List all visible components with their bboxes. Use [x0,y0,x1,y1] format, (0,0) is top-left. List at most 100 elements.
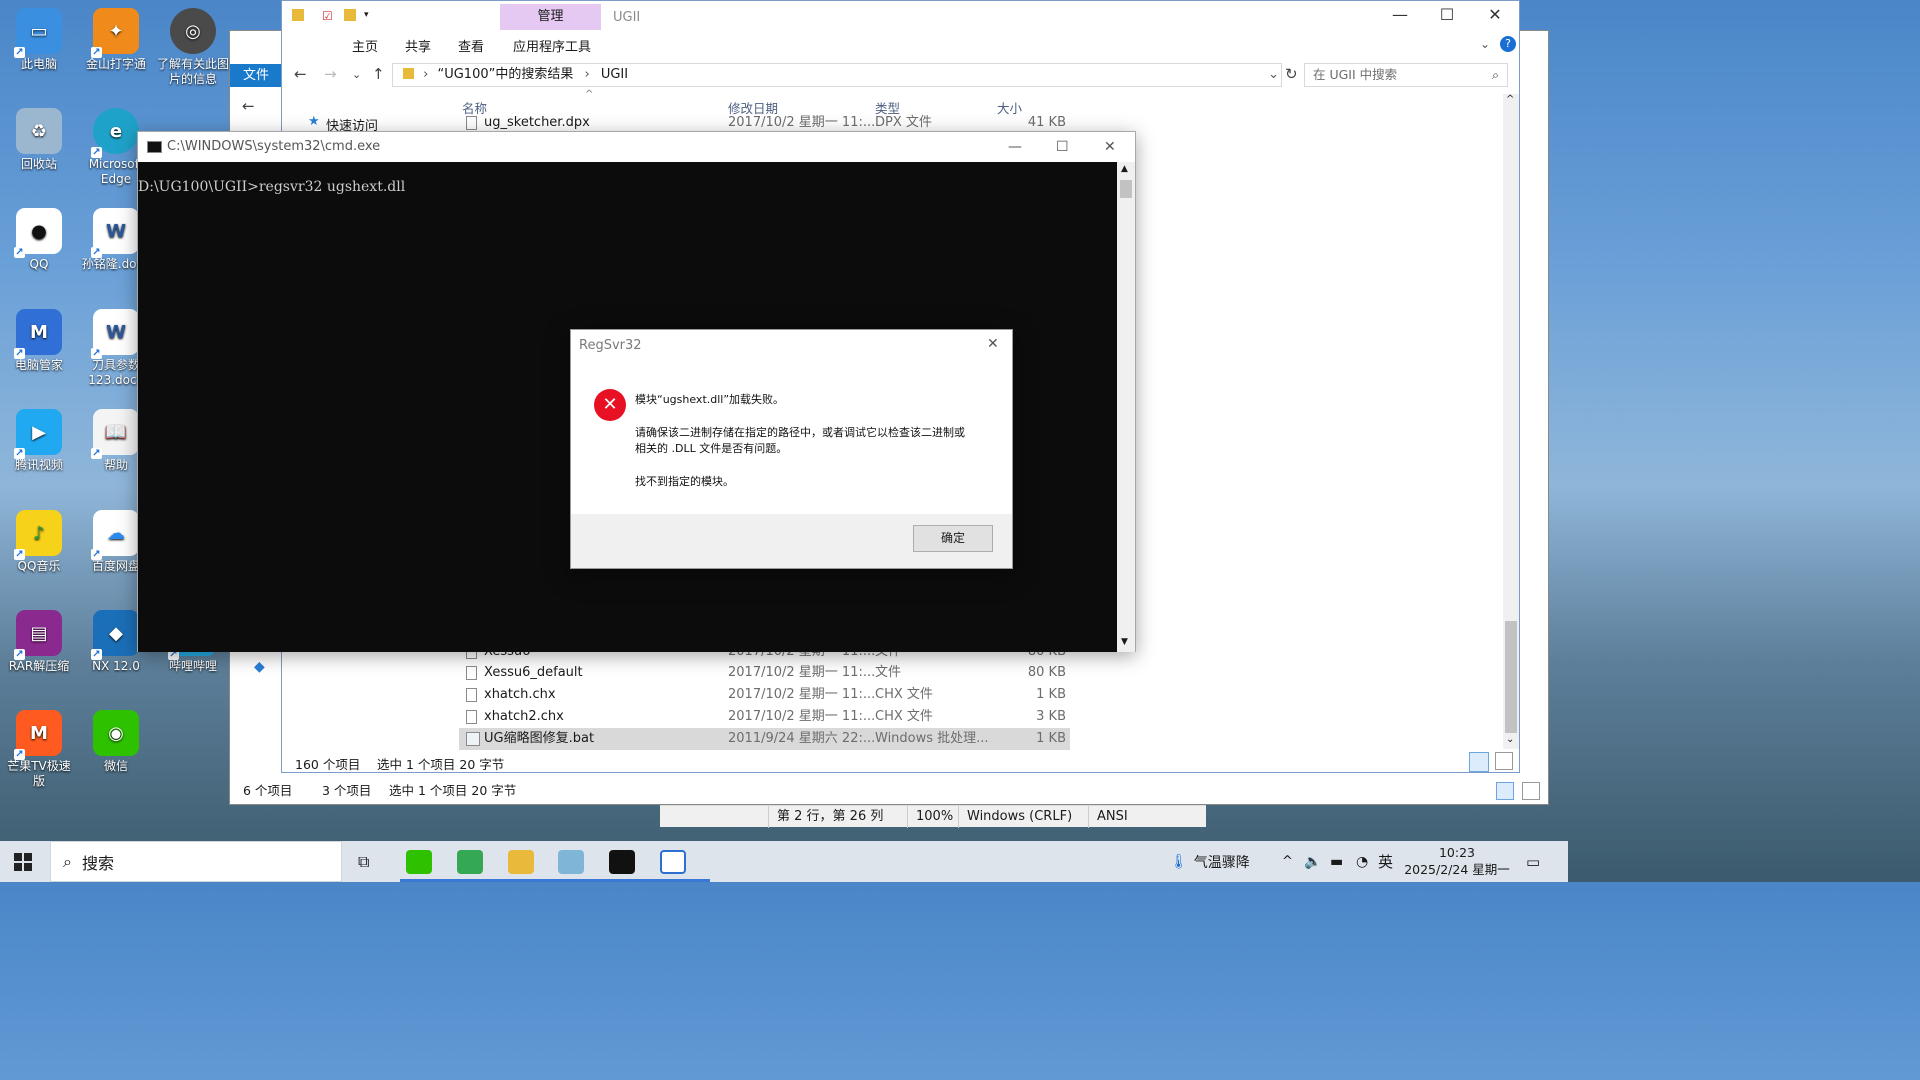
file-type: Windows 批处理... [875,731,989,746]
error-icon: ✕ [594,389,626,421]
close-button[interactable]: ✕ [1104,132,1116,162]
word-doc-icon: W [91,208,139,258]
battery-icon[interactable]: ▬ [1330,841,1343,882]
help-book-icon: 📖 [91,409,139,459]
file-icon [466,688,477,702]
tiles-view-icon[interactable] [1495,752,1513,770]
breadcrumb-ugii[interactable]: UGII [601,67,628,82]
folder-icon[interactable] [344,9,356,21]
zoom-level: 100% [907,806,953,828]
scroll-up-icon[interactable]: ^ [1506,94,1514,105]
taskbar-search-label: 搜索 [81,853,114,873]
file-tab[interactable]: 文件 [230,64,282,87]
check-icon[interactable]: ☑ [322,9,333,23]
dialog-message-2: 请确保该二进制存储在指定的路径中，或者调试它以检查该二进制或 [635,426,965,439]
tray-overflow[interactable]: ^ [1282,841,1293,882]
refresh-icon[interactable]: ↻ [1285,65,1298,83]
up-arrow-icon[interactable]: ↑ [372,65,385,83]
search-placeholder: 在 UGII 中搜索 [1313,67,1398,82]
desktop-icon-this-pc[interactable]: ▭ 此电脑 [2,8,76,72]
maximize-button[interactable]: ☐ [1056,132,1069,162]
desktop-icon-typing[interactable]: ✦ 金山打字通 [79,8,153,72]
breadcrumb-search-results[interactable]: “UG100”中的搜索结果 [437,67,573,82]
forward-arrow-icon[interactable]: → [324,65,337,83]
desktop-icon-rar[interactable]: ▤ RAR解压缩 [2,610,76,674]
taskbar-app-cmd[interactable] [609,841,635,882]
file-icon [466,116,477,130]
weather-widget[interactable]: 🌡 气温骤降 [1170,841,1250,882]
tab-view[interactable]: 查看 [458,36,484,55]
scroll-thumb[interactable] [1120,180,1132,198]
taskbar-app-screen[interactable] [457,841,483,882]
address-dropdown-icon[interactable]: ⌄ [1268,64,1279,86]
typing-app-icon: ✦ [91,8,139,58]
close-button[interactable]: ✕ [987,336,999,352]
search-icon: ⌕ [63,851,72,871]
file-size: 1 KB [1036,687,1066,702]
desktop-icon-mango-tv[interactable]: M 芒果TV极速版 [2,710,76,789]
details-view-icon[interactable] [1496,782,1514,800]
ime-indicator[interactable]: 英 [1378,841,1393,882]
maximize-button[interactable]: ☐ [1432,5,1462,24]
minimize-button[interactable]: — [1385,5,1415,24]
taskbar-app-explorer[interactable] [508,841,534,882]
desktop-icon-recycle-bin[interactable]: ♻ 回收站 [2,108,76,172]
taskbar-app-notepad[interactable] [558,841,584,882]
tencent-video-icon: ▶ [14,409,62,459]
task-view-button[interactable]: ⧉ [358,841,369,882]
chevron-down-icon[interactable]: ⌄ [1480,37,1490,51]
wifi-icon[interactable]: ◔ [1356,841,1368,882]
file-row[interactable]: xhatch.chx 2017/10/2 星期一 11:... CHX 文件 1… [459,684,1070,706]
back-arrow-icon[interactable]: ← [242,97,255,115]
weather-text: 气温骤降 [1193,854,1250,871]
details-view-icon[interactable] [1469,752,1489,772]
address-bar[interactable]: › “UG100”中的搜索结果 › UGII ⌄ [392,63,1282,87]
scroll-thumb[interactable] [1505,621,1517,733]
desktop-icon-qq-music[interactable]: ♪ QQ音乐 [2,510,76,574]
search-input[interactable]: 在 UGII 中搜索 ⌕ [1304,63,1508,87]
ok-button[interactable]: 确定 [913,525,993,552]
volume-icon[interactable]: 🔈 [1304,841,1321,882]
cmd-scrollbar[interactable]: ▲ ▼ [1117,162,1135,652]
tab-app-tools[interactable]: 应用程序工具 [513,36,591,55]
dialog-message-4: 找不到指定的模块。 [635,475,734,488]
file-icon [466,710,477,724]
status-selection: 选中 1 个项目 20 字节 [377,757,505,772]
scroll-down-icon[interactable]: ⌄ [1506,734,1514,745]
mango-tv-icon: M [14,710,62,760]
desktop-icon-label: 此电脑 [20,57,57,71]
file-size: 80 KB [1027,665,1066,680]
recent-dropdown-icon[interactable]: ⌄ [352,68,361,81]
help-icon[interactable]: ? [1500,36,1516,52]
edge-icon: e [91,108,139,158]
scroll-up-icon[interactable]: ▲ [1121,164,1128,174]
tab-share[interactable]: 共享 [405,36,431,55]
scroll-down-icon[interactable]: ▼ [1121,637,1128,647]
minimize-button[interactable]: — [1008,132,1022,162]
tab-manage[interactable]: 管理 [500,4,601,30]
cursor-position: 第 2 行，第 26 列 [768,806,883,828]
desktop-icon-tencent-video[interactable]: ▶ 腾讯视频 [2,409,76,473]
notification-icon[interactable]: ▭ [1526,841,1540,882]
desktop-icon-spotlight[interactable]: ◎ 了解有关此图片的信息 [156,8,230,87]
start-button[interactable] [14,841,32,882]
desktop-icon-qq[interactable]: ● QQ [2,208,76,272]
dropdown-icon[interactable]: ▾ [364,10,369,20]
taskbar-app-wechat[interactable] [406,841,432,882]
file-row[interactable]: xhatch2.chx 2017/10/2 星期一 11:... CHX 文件 … [459,706,1070,728]
close-button[interactable]: ✕ [1480,5,1510,24]
desktop-icon-label: 刀具参数123.docx [88,358,144,387]
tiles-view-icon[interactable] [1522,782,1540,800]
back-arrow-icon[interactable]: ← [294,65,307,83]
desktop-icon-wechat[interactable]: ◉ 微信 [79,710,153,774]
folder-icon [292,9,304,21]
vertical-scrollbar[interactable]: ^ ⌄ [1503,94,1519,749]
file-row[interactable]: Xessu6_default 2017/10/2 星期一 11:... 文件 8… [459,662,1070,684]
desktop-icon-pc-manager[interactable]: M 电脑管家 [2,309,76,373]
taskbar-app-regsvr[interactable] [660,841,686,882]
clock[interactable]: 10:23 2025/2/24 星期一 [1402,844,1512,878]
taskbar-search[interactable]: ⌕ 搜索 [50,841,342,882]
file-row-selected[interactable]: UG缩略图修复.bat 2011/9/24 星期六 22:... Windows… [459,728,1070,750]
thermometer-icon: 🌡 [1170,853,1188,870]
tab-home[interactable]: 主页 [352,36,378,55]
